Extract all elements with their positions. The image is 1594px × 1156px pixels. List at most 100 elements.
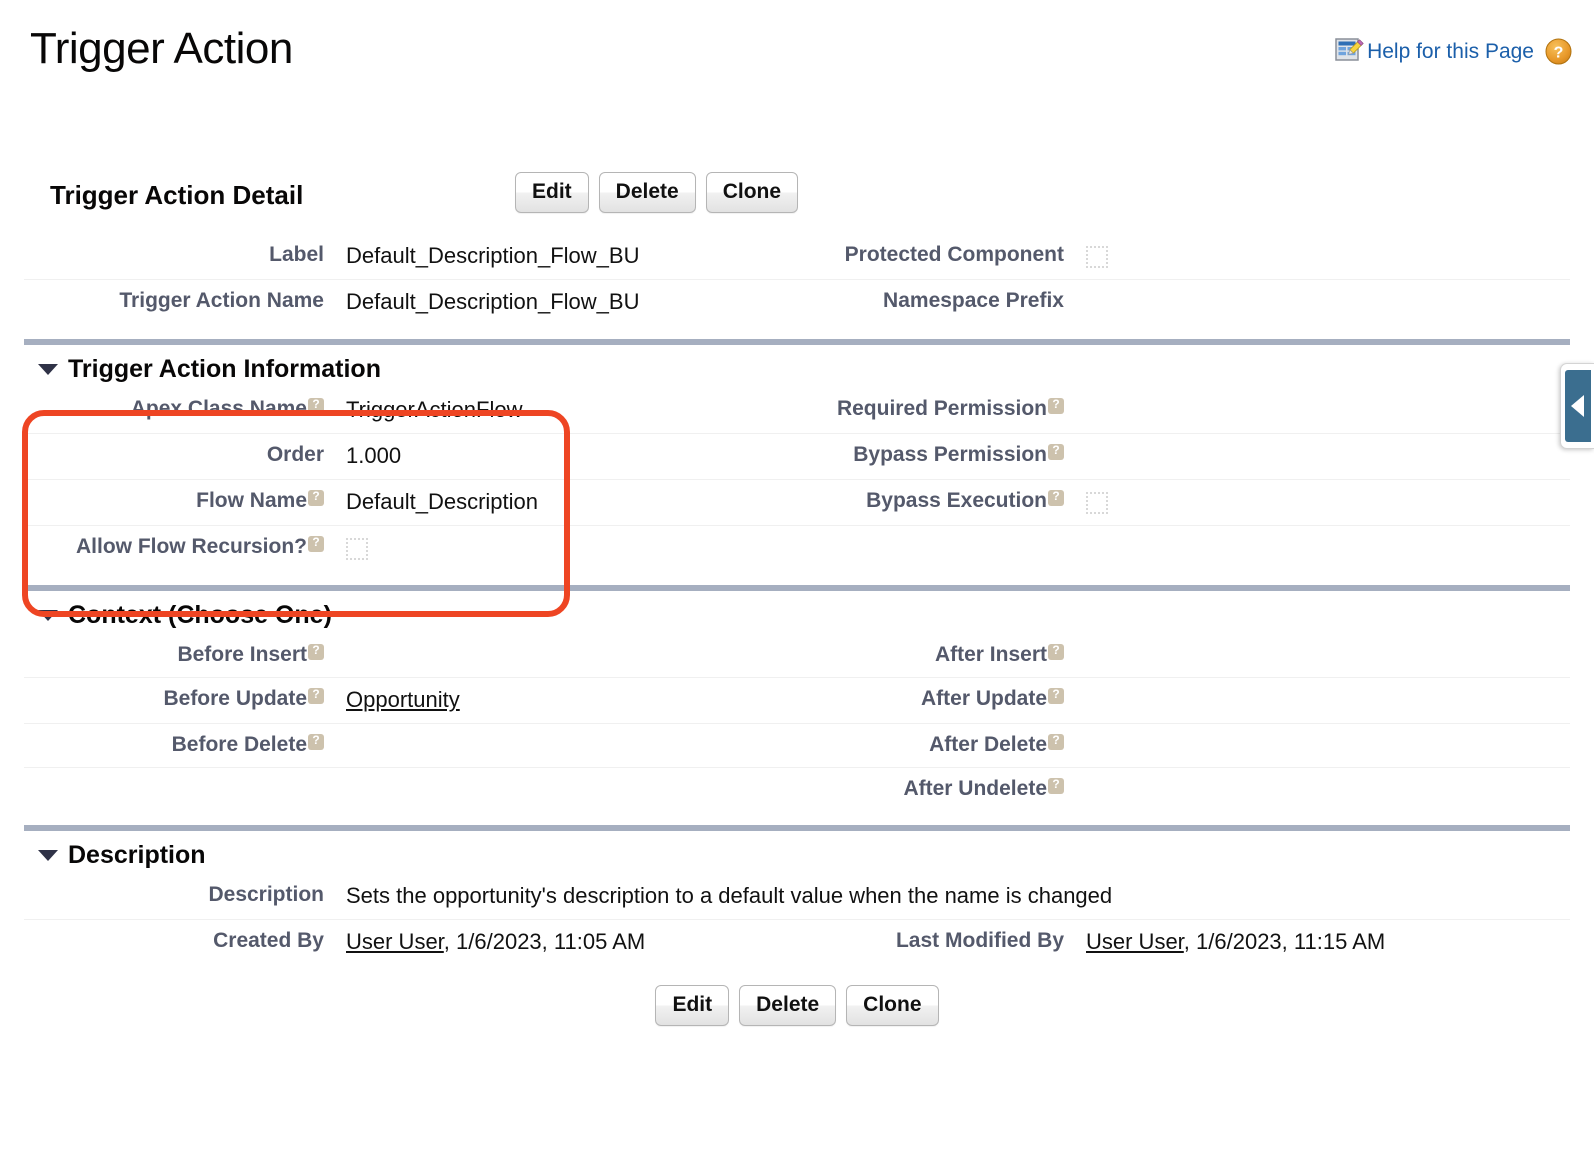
clone-button-bottom[interactable]: Clone [846, 985, 939, 1027]
triangle-down-icon[interactable] [38, 850, 58, 861]
protected-component-checkbox [1086, 246, 1108, 269]
empty-value-cell [1064, 526, 1570, 572]
before-delete-value [324, 724, 794, 768]
flow-name-value: Default_Description [346, 489, 538, 514]
field-label-text: After Delete [929, 733, 1047, 756]
sidebar-collapse-toggle[interactable] [1560, 363, 1594, 449]
edit-button-top[interactable]: Edit [515, 172, 589, 214]
after-update-label: After Update [794, 678, 1064, 724]
required-permission-label: Required Permission [794, 388, 1064, 434]
after-undelete-value [1064, 768, 1570, 812]
detail-header-bar: Trigger Action Detail Edit Delete Clone [0, 172, 1594, 234]
help-icon[interactable] [308, 733, 324, 750]
apex-class-name-label: Apex Class Name [24, 388, 324, 434]
description-table: Description Sets the opportunity's descr… [24, 874, 1570, 965]
help-icon[interactable] [308, 535, 324, 552]
opportunity-link[interactable]: Opportunity [346, 687, 460, 712]
field-label-text: Flow Name [196, 489, 307, 512]
help-icon[interactable] [308, 643, 324, 660]
top-fields-table: Label Default_Description_Flow_BU Protec… [24, 234, 1570, 325]
order-label: Order [266, 443, 324, 466]
after-delete-label: After Delete [794, 724, 1064, 768]
before-update-label: Before Update [24, 678, 324, 724]
required-permission-value [1064, 388, 1570, 434]
field-label-text: Bypass Execution [866, 489, 1047, 512]
sidebar-toggle-inner [1564, 370, 1591, 442]
table-row: Order 1.000 Bypass Permission [24, 434, 1570, 480]
apex-class-name-value: TriggerActionFlow [346, 397, 523, 422]
field-label-text: Bypass Permission [853, 443, 1047, 466]
description-text: Sets the opportunity's description to a … [346, 883, 1113, 908]
help-icon[interactable] [1048, 687, 1064, 704]
bypass-permission-value [1064, 434, 1570, 480]
table-row: Created By User User, 1/6/2023, 11:05 AM… [24, 920, 1570, 966]
protected-component-value [1064, 234, 1570, 280]
table-row: Label Default_Description_Flow_BU Protec… [24, 234, 1570, 280]
trigger-action-name-label: Trigger Action Name [119, 289, 324, 312]
help-icon[interactable] [1048, 733, 1064, 750]
detail-section-title: Trigger Action Detail [50, 180, 304, 210]
triangle-down-icon[interactable] [38, 364, 58, 375]
edit-button-bottom[interactable]: Edit [655, 985, 730, 1027]
table-row: Apex Class Name TriggerActionFlow Requir… [24, 388, 1570, 434]
section-divider [24, 825, 1570, 831]
section-title: Trigger Action Information [68, 355, 381, 383]
help-icon[interactable] [1048, 397, 1064, 414]
context-table: Before Insert After Insert Before Update… [24, 634, 1570, 811]
clone-button-top[interactable]: Clone [705, 172, 799, 214]
triangle-down-icon[interactable] [38, 610, 58, 621]
field-label-text: After Update [920, 687, 1047, 710]
after-insert-value [1064, 634, 1570, 678]
field-label-text: Before Delete [171, 733, 307, 756]
allow-flow-recursion-value [324, 526, 794, 572]
before-update-value: Opportunity [324, 678, 794, 724]
field-label-text: After Undelete [903, 777, 1047, 800]
question-mark-icon[interactable]: ? [1545, 38, 1572, 65]
table-row: Before Insert After Insert [24, 634, 1570, 678]
after-undelete-label: After Undelete [794, 768, 1064, 812]
label-field-value: Default_Description_Flow_BU [346, 243, 640, 268]
help-block: Help for this Page ? [1335, 36, 1572, 66]
help-icon[interactable] [1048, 489, 1064, 506]
top-button-row: Edit Delete Clone [515, 172, 799, 214]
edit-grid-icon [1335, 36, 1365, 66]
section-title: Context (Choose One) [68, 601, 332, 629]
description-field-value: Sets the opportunity's description to a … [324, 874, 1570, 920]
empty-value-cell [324, 768, 794, 812]
created-by-timestamp: , 1/6/2023, 11:05 AM [443, 929, 646, 954]
field-label-text: Allow Flow Recursion? [75, 535, 307, 558]
table-row: Trigger Action Name Default_Description_… [24, 280, 1570, 326]
delete-button-bottom[interactable]: Delete [739, 985, 837, 1027]
flow-name-label: Flow Name [24, 480, 324, 526]
created-by-value: User User, 1/6/2023, 11:05 AM [324, 920, 794, 966]
allow-flow-recursion-checkbox [346, 538, 368, 561]
table-row: Flow Name Default_Description Bypass Exe… [24, 480, 1570, 526]
help-icon[interactable] [308, 687, 324, 704]
table-row: Before Delete After Delete [24, 724, 1570, 768]
table-row: Allow Flow Recursion? [24, 526, 1570, 572]
created-by-user-link[interactable]: User User [346, 929, 444, 954]
help-icon[interactable] [1048, 443, 1064, 460]
empty-label-cell [24, 768, 324, 812]
delete-button-top[interactable]: Delete [598, 172, 696, 214]
bypass-execution-label: Bypass Execution [794, 480, 1064, 526]
field-label-text: Apex Class Name [130, 397, 307, 420]
help-icon[interactable] [308, 397, 324, 414]
help-icon[interactable] [308, 489, 324, 506]
description-header: Description [24, 831, 1570, 874]
bottom-spacer [24, 1026, 1570, 1038]
section-divider [24, 339, 1570, 345]
last-modified-by-user-link[interactable]: User User [1086, 929, 1184, 954]
bypass-execution-value [1064, 480, 1570, 526]
help-icon[interactable] [1048, 643, 1064, 660]
help-icon[interactable] [1048, 777, 1064, 794]
before-delete-label: Before Delete [24, 724, 324, 768]
bottom-button-row: Edit Delete Clone [24, 985, 1570, 1027]
trigger-action-information-table: Apex Class Name TriggerActionFlow Requir… [24, 388, 1570, 571]
field-label-text: After Insert [934, 643, 1047, 666]
help-for-this-page-link[interactable]: Help for this Page [1367, 41, 1534, 62]
section-title: Description [68, 841, 206, 869]
protected-component-label: Protected Component [844, 243, 1064, 266]
trigger-action-name-value: Default_Description_Flow_BU [346, 289, 640, 314]
field-label-text: Before Insert [177, 643, 307, 666]
